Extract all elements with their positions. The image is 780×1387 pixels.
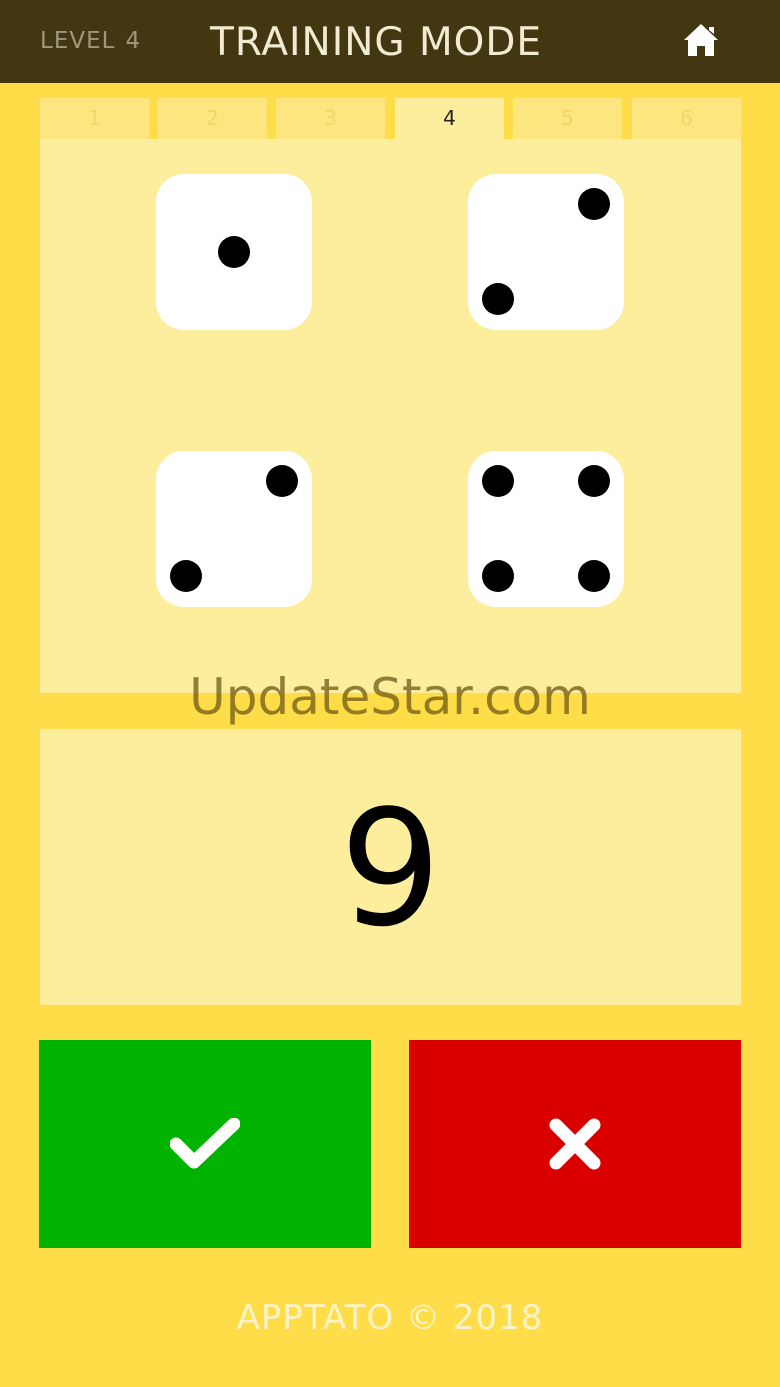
die-pip xyxy=(578,560,610,592)
die-pip xyxy=(266,465,298,497)
watermark: UpdateStar.com xyxy=(189,668,591,726)
tab-4[interactable]: 4 xyxy=(395,98,504,139)
close-icon xyxy=(549,1118,601,1170)
die-pip xyxy=(482,465,514,497)
tab-6[interactable]: 6 xyxy=(632,98,741,139)
level-label: LEVEL xyxy=(40,28,116,54)
correct-button[interactable] xyxy=(39,1040,371,1248)
tab-3[interactable]: 3 xyxy=(276,98,385,139)
level-tabs: 1 2 3 4 5 6 xyxy=(40,98,741,139)
tab-2[interactable]: 2 xyxy=(158,98,267,139)
home-button[interactable] xyxy=(682,22,720,58)
die-pip xyxy=(170,560,202,592)
answer-panel: 9 xyxy=(40,729,741,1005)
check-icon xyxy=(170,1118,240,1169)
die-pip xyxy=(578,188,610,220)
die-2 xyxy=(468,174,624,330)
footer-copyright: APPTATO © 2018 xyxy=(236,1298,544,1338)
die-1 xyxy=(156,174,312,330)
tab-5[interactable]: 5 xyxy=(513,98,622,139)
level-value: 4 xyxy=(125,28,142,54)
home-icon xyxy=(684,24,718,56)
tab-1[interactable]: 1 xyxy=(40,98,149,139)
wrong-button[interactable] xyxy=(409,1040,741,1248)
die-pip xyxy=(218,236,250,268)
top-bar: LEVEL 4 TRAINING MODE xyxy=(0,0,780,83)
die-3 xyxy=(156,451,312,607)
answer-value: 9 xyxy=(339,775,442,962)
die-pip xyxy=(482,283,514,315)
level-indicator: LEVEL 4 xyxy=(40,28,141,54)
page-title: TRAINING MODE xyxy=(210,20,543,65)
die-pip xyxy=(482,560,514,592)
dice-panel xyxy=(40,139,741,693)
die-pip xyxy=(578,465,610,497)
die-4 xyxy=(468,451,624,607)
